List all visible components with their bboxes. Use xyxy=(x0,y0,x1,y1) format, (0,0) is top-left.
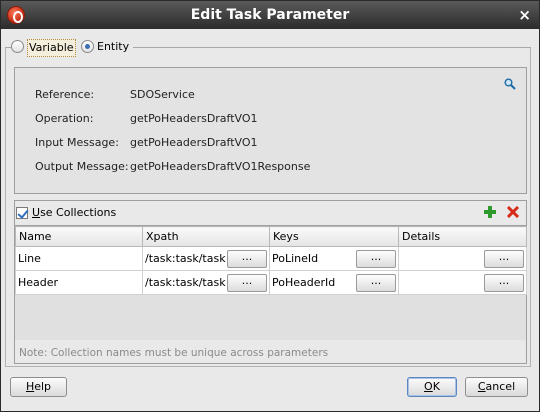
operation-value: getPoHeadersDraftVO1 xyxy=(130,112,258,125)
use-collections-label[interactable]: Use Collections xyxy=(32,206,116,219)
input-message-value: getPoHeadersDraftVO1 xyxy=(130,136,258,149)
ok-button[interactable]: OK xyxy=(407,377,457,397)
title-bar[interactable]: Edit Task Parameter × xyxy=(1,1,539,29)
add-icon[interactable] xyxy=(482,204,498,220)
row-xpath-cell[interactable]: /task:task/task... xyxy=(142,270,270,295)
collections-panel: Use Collections Name Xpath Keys Details xyxy=(14,200,527,364)
table-header-row: Name Xpath Keys Details xyxy=(15,226,527,247)
entity-radio-label[interactable]: Entity xyxy=(97,39,129,55)
entity-radio[interactable] xyxy=(81,40,94,53)
column-header-name[interactable]: Name xyxy=(15,226,143,247)
reference-label: Reference: xyxy=(35,88,95,101)
cancel-button[interactable]: Cancel xyxy=(465,377,528,397)
details-browse-button[interactable]: ... xyxy=(484,250,524,268)
row-keys-cell[interactable]: PoHeaderId... xyxy=(269,270,399,295)
output-message-label: Output Message: xyxy=(35,160,129,173)
xpath-browse-button[interactable]: ... xyxy=(227,274,267,292)
window-title: Edit Task Parameter xyxy=(190,7,350,23)
xpath-browse-button[interactable]: ... xyxy=(227,250,267,268)
reference-value: SDOService xyxy=(130,88,195,101)
keys-browse-button[interactable]: ... xyxy=(356,274,396,292)
row-details-cell[interactable]: ... xyxy=(398,270,527,295)
entity-info-panel: Reference: SDOService Operation: getPoHe… xyxy=(14,67,527,194)
search-icon[interactable] xyxy=(504,78,516,90)
column-header-keys[interactable]: Keys xyxy=(269,226,399,247)
operation-label: Operation: xyxy=(35,112,94,125)
delete-icon[interactable] xyxy=(505,204,521,220)
collections-table: Name Xpath Keys Details Line /task:task/… xyxy=(15,225,527,340)
keys-browse-button[interactable]: ... xyxy=(356,250,396,268)
close-icon[interactable]: × xyxy=(518,1,531,29)
dialog-window: Edit Task Parameter × Variable Entity Re… xyxy=(0,0,540,412)
column-header-details[interactable]: Details xyxy=(398,226,527,247)
table-row[interactable]: Line /task:task/task... PoLineId... ... xyxy=(15,246,527,271)
variable-radio[interactable] xyxy=(11,40,24,53)
table-row[interactable]: Header /task:task/task... PoHeaderId... … xyxy=(15,270,527,295)
details-browse-button[interactable]: ... xyxy=(484,274,524,292)
input-message-label: Input Message: xyxy=(35,136,119,149)
row-name-cell[interactable]: Header xyxy=(15,270,143,295)
help-button[interactable]: Help xyxy=(10,377,67,397)
variable-radio-label[interactable]: Variable xyxy=(27,39,76,57)
row-name-cell[interactable]: Line xyxy=(15,246,143,271)
group-border-right xyxy=(133,47,531,48)
collection-note: Note: Collection names must be unique ac… xyxy=(19,347,329,359)
use-collections-checkbox[interactable] xyxy=(16,207,28,219)
row-details-cell[interactable]: ... xyxy=(398,246,527,271)
output-message-value: getPoHeadersDraftVO1Response xyxy=(130,160,311,173)
row-keys-cell[interactable]: PoLineId... xyxy=(269,246,399,271)
row-xpath-cell[interactable]: /task:task/task... xyxy=(142,246,270,271)
column-header-xpath[interactable]: Xpath xyxy=(142,226,270,247)
app-icon xyxy=(7,6,25,24)
